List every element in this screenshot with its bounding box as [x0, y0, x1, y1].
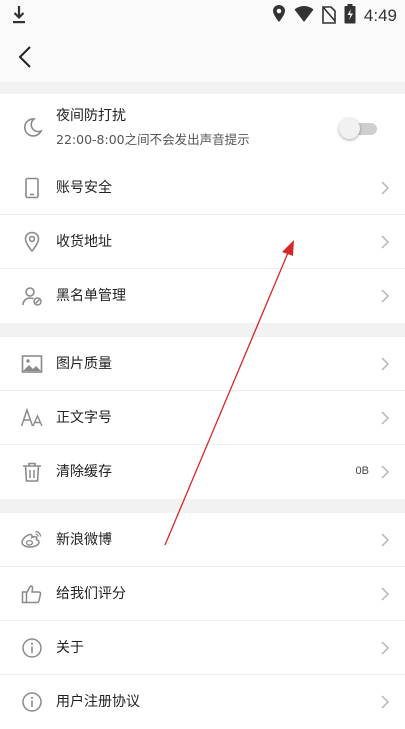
list-item-label: 新浪微博 [56, 532, 112, 548]
night-do-not-disturb-row[interactable]: 夜间防打扰 22:00-8:00之间不会发出声音提示 [0, 94, 405, 162]
clock-time: 4:49 [363, 6, 397, 25]
night-mode-title: 夜间防打扰 [56, 108, 126, 124]
weibo-icon [20, 528, 44, 552]
list-item-account-security[interactable]: 账号安全 [0, 161, 405, 215]
toggle-knob [339, 118, 360, 139]
chevron-right-icon [380, 640, 390, 656]
status-bar: 4:49 [0, 0, 405, 34]
list-item-about[interactable]: 关于 [0, 621, 405, 675]
cache-size-value: 0B [355, 465, 369, 477]
list-item-label: 图片质量 [56, 356, 112, 372]
info-icon [20, 690, 44, 714]
no-sim-icon [322, 4, 336, 28]
battery-icon [344, 4, 356, 28]
info-icon [20, 636, 44, 660]
list-item-blacklist[interactable]: 黑名单管理 [0, 269, 405, 323]
download-icon [12, 5, 26, 29]
trash-icon [20, 460, 44, 484]
list-item-label: 收货地址 [56, 234, 112, 250]
chevron-right-icon [380, 288, 390, 304]
chevron-right-icon [380, 694, 390, 710]
chevron-right-icon [380, 586, 390, 602]
list-item-shipping-address[interactable]: 收货地址 [0, 215, 405, 269]
list-item-rate-us[interactable]: 给我们评分 [0, 567, 405, 621]
app-bar [0, 34, 405, 82]
list-item-label: 用户注册协议 [56, 694, 140, 710]
list-item-label: 黑名单管理 [56, 288, 126, 304]
about-section: 新浪微博 给我们评分 关于 用户注册协议 [0, 513, 405, 729]
moon-icon [20, 116, 44, 140]
phone-icon [20, 176, 44, 200]
location-icon [272, 4, 286, 28]
thumbs-up-icon [20, 582, 44, 606]
list-item-label: 清除缓存 [56, 464, 112, 480]
list-item-label: 账号安全 [56, 180, 112, 196]
list-item-clear-cache[interactable]: 清除缓存 0B [0, 445, 405, 499]
chevron-right-icon [380, 180, 390, 196]
wifi-icon [294, 5, 314, 27]
user-block-icon [20, 284, 44, 308]
night-mode-toggle[interactable] [339, 118, 377, 139]
night-mode-subtitle: 22:00-8:00之间不会发出声音提示 [56, 132, 250, 147]
chevron-right-icon [380, 464, 390, 480]
chevron-right-icon [380, 356, 390, 372]
image-icon [20, 352, 44, 376]
location-pin-icon [20, 230, 44, 254]
back-button[interactable] [12, 42, 42, 72]
night-mode-section: 夜间防打扰 22:00-8:00之间不会发出声音提示 [0, 94, 405, 162]
account-section: 账号安全 收货地址 黑名单管理 [0, 161, 405, 323]
list-item-sina-weibo[interactable]: 新浪微博 [0, 513, 405, 567]
list-item-font-size[interactable]: 正文字号 [0, 391, 405, 445]
display-section: 图片质量 正文字号 清除缓存 0B [0, 337, 405, 499]
font-size-icon [20, 406, 44, 430]
list-item-label: 给我们评分 [56, 586, 126, 602]
list-item-user-agreement[interactable]: 用户注册协议 [0, 675, 405, 729]
chevron-right-icon [380, 410, 390, 426]
list-item-label: 关于 [56, 640, 84, 656]
chevron-right-icon [380, 234, 390, 250]
list-item-image-quality[interactable]: 图片质量 [0, 337, 405, 391]
list-item-label: 正文字号 [56, 410, 112, 426]
chevron-right-icon [380, 532, 390, 548]
